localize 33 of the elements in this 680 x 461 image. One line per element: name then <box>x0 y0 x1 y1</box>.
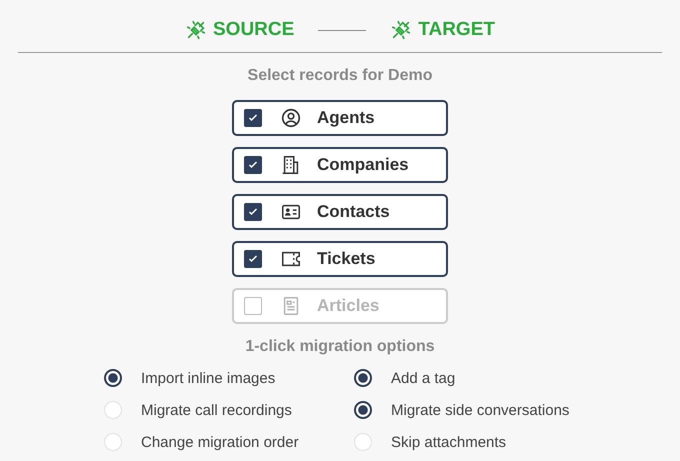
section-title: Select records for Demo <box>248 67 432 86</box>
record-option[interactable]: Companies <box>232 147 448 183</box>
checkmark-icon <box>247 206 259 218</box>
checkmark-icon <box>247 253 259 265</box>
step-label: TARGET <box>418 19 495 41</box>
option-label: Add a tag <box>391 370 456 386</box>
record-label: Contacts <box>317 202 390 222</box>
option-label: Migrate side conversations <box>391 402 570 418</box>
radio-button[interactable] <box>354 369 372 387</box>
plug-icon <box>390 19 412 41</box>
record-label: Agents <box>317 108 375 128</box>
option-label: Skip attachments <box>391 434 506 450</box>
radio-button[interactable] <box>104 369 122 387</box>
record-label: Tickets <box>317 249 376 269</box>
plug-icon <box>185 19 207 41</box>
step-label: SOURCE <box>213 19 294 41</box>
record-option[interactable]: Agents <box>232 100 448 136</box>
option-label: Import inline images <box>141 370 276 386</box>
checkbox[interactable] <box>244 203 262 221</box>
checkbox[interactable] <box>244 109 262 127</box>
checkmark-icon <box>247 159 259 171</box>
record-label: Articles <box>317 296 380 316</box>
checkbox[interactable] <box>244 156 262 174</box>
option-label: Migrate call recordings <box>141 402 292 418</box>
checkmark-icon <box>247 112 259 124</box>
option-label: Change migration order <box>141 434 299 450</box>
radio-button[interactable] <box>354 401 372 419</box>
record-label: Companies <box>317 155 409 175</box>
record-option[interactable]: Tickets <box>232 241 448 277</box>
person-icon <box>280 107 302 129</box>
section-title: 1-click migration options <box>245 338 435 357</box>
checkbox[interactable] <box>244 250 262 268</box>
record-option[interactable]: Contacts <box>232 194 448 230</box>
